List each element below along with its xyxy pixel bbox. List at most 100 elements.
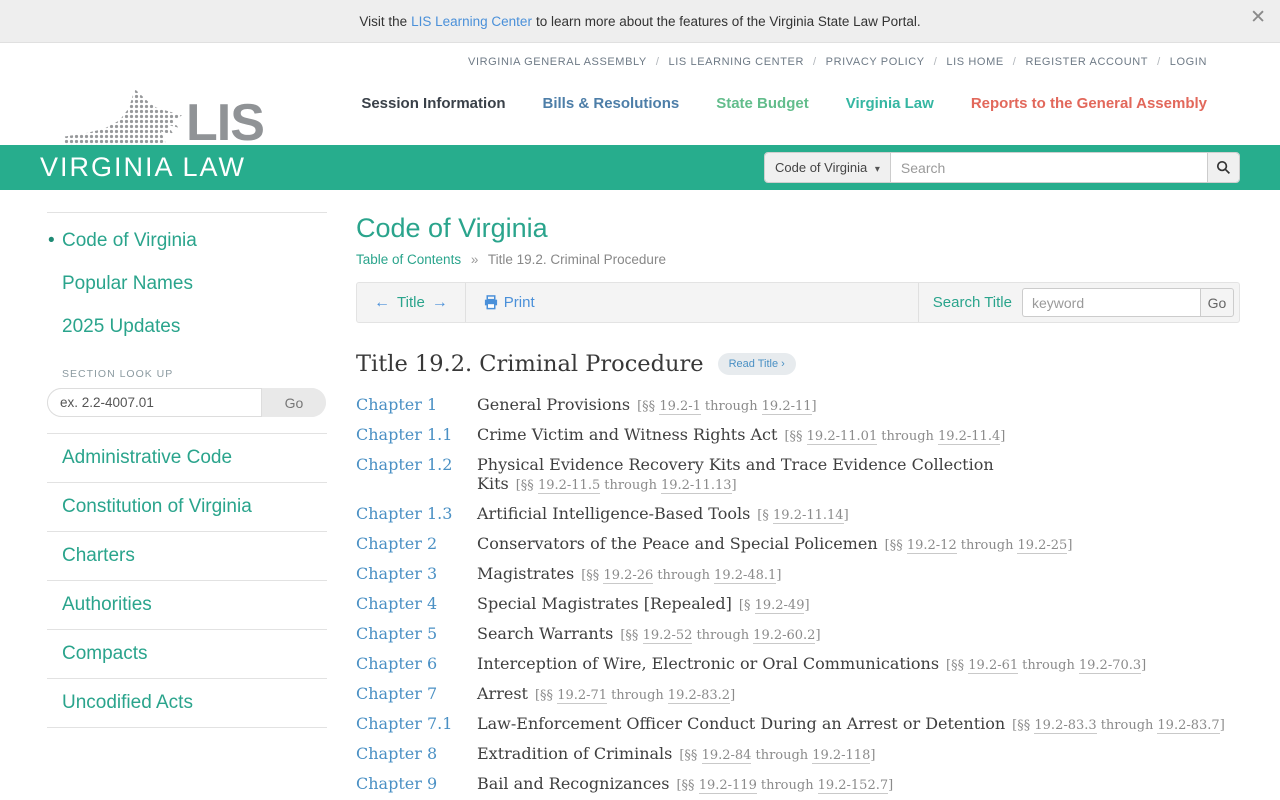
section-link-to[interactable]: 19.2-60.2: [753, 627, 816, 644]
chapter-section-range: [§§ 19.2-119 through 19.2-152.7]: [676, 777, 893, 794]
section-link-from[interactable]: 19.2-11.5: [537, 477, 601, 494]
section-link-from[interactable]: 19.2-83.3: [1034, 717, 1097, 734]
chapter-link[interactable]: Chapter 1.1: [356, 425, 477, 444]
section-link-to[interactable]: 19.2-11.4: [937, 428, 1001, 445]
ref-prefix: [§§: [946, 657, 965, 673]
print-button[interactable]: Print: [483, 294, 535, 311]
section-link-to[interactable]: 19.2-11.13: [660, 477, 732, 494]
chapter-link[interactable]: Chapter 6: [356, 654, 477, 673]
global-search-input[interactable]: [890, 153, 1207, 182]
chapter-name: Crime Victim and Witness Rights Act: [477, 424, 778, 444]
main-nav-link[interactable]: Session Information: [361, 95, 505, 112]
chapter-name: Extradition of Criminals: [477, 743, 673, 763]
chapter-link[interactable]: Chapter 9: [356, 774, 477, 793]
section-link-from[interactable]: 19.2-52: [642, 627, 693, 644]
section-link-from[interactable]: 19.2-1: [659, 398, 701, 415]
search-title-go-button[interactable]: Go: [1200, 288, 1234, 317]
ref-suffix: ]: [843, 507, 849, 523]
section-link-to[interactable]: 19.2-118: [812, 747, 871, 764]
search-icon: [1216, 160, 1231, 175]
banner-close-icon[interactable]: ✕: [1250, 6, 1266, 29]
section-link-to[interactable]: 19.2-83.2: [667, 687, 731, 704]
chapter-section-range: [§§ 19.2-11.01 through 19.2-11.4]: [784, 428, 1005, 445]
utility-nav-link[interactable]: LIS HOME: [946, 56, 1025, 68]
section-lookup-go-button[interactable]: Go: [262, 388, 326, 417]
chapter-row: Chapter 7 Arrest [§§ 19.2-71 through 19.2-8…: [356, 678, 1240, 708]
section-link-from[interactable]: 19.2-12: [906, 537, 957, 554]
breadcrumb-table-of-contents-link[interactable]: Table of Contents: [356, 252, 461, 267]
title-heading: Title 19.2. Criminal Procedure: [356, 351, 704, 377]
section-link-from[interactable]: 19.2-71: [557, 687, 608, 704]
chapter-link[interactable]: Chapter 1: [356, 395, 477, 414]
chapter-name: Arrest: [477, 683, 528, 703]
sidebar-item[interactable]: Administrative Code: [47, 434, 327, 483]
chapter-section-range: [§§ 19.2-26 through 19.2-48.1]: [581, 567, 781, 584]
chapter-row: Chapter 1.1 Crime Victim and Witness Rig…: [356, 419, 1240, 449]
chapter-section-range: [§§ 19.2-11.5 through 19.2-11.13]: [516, 477, 737, 494]
lis-logo[interactable]: LIS: [64, 65, 294, 149]
ref-prefix: [§§: [676, 777, 695, 793]
search-submit-button[interactable]: [1207, 153, 1239, 182]
main-nav-link[interactable]: Bills & Resolutions: [543, 95, 680, 112]
section-link-to[interactable]: 19.2-152.7: [817, 777, 889, 794]
section-lookup-label: SECTION LOOK UP: [62, 368, 174, 380]
section-link-from[interactable]: 19.2-11.01: [806, 428, 878, 445]
chapter-link[interactable]: Chapter 2: [356, 534, 477, 553]
section-link-from[interactable]: 19.2-26: [603, 567, 654, 584]
title-nav-label[interactable]: Title: [397, 294, 425, 311]
active-bullet-icon: •: [48, 230, 55, 251]
main-nav-link[interactable]: State Budget: [716, 95, 809, 112]
chapter-row: Chapter 3 Magistrates [§§ 19.2-26 through 1…: [356, 558, 1240, 588]
utility-nav-link[interactable]: LIS LEARNING CENTER: [669, 56, 826, 68]
utility-nav-link[interactable]: VIRGINIA GENERAL ASSEMBLY: [468, 56, 669, 68]
section-link-from[interactable]: 19.2-61: [968, 657, 1019, 674]
chapter-row: Chapter 4 Special Magistrates [Repealed]…: [356, 588, 1240, 618]
section-link-from[interactable]: 19.2-84: [701, 747, 752, 764]
lis-learning-center-link[interactable]: LIS Learning Center: [411, 14, 532, 29]
section-link-to[interactable]: 19.2-48.1: [714, 567, 777, 584]
ref-prefix: [§§: [637, 398, 656, 414]
chapter-link[interactable]: Chapter 7: [356, 684, 477, 703]
utility-nav-link[interactable]: PRIVACY POLICY: [826, 56, 947, 68]
sidebar-item-2025-updates[interactable]: 2025 Updates: [47, 299, 327, 342]
sidebar-item[interactable]: Authorities: [47, 581, 327, 630]
chapter-link[interactable]: Chapter 8: [356, 744, 477, 763]
main-nav-link[interactable]: Virginia Law: [846, 95, 934, 112]
utility-nav-link[interactable]: REGISTER ACCOUNT: [1025, 56, 1169, 68]
chapter-link[interactable]: Chapter 3: [356, 564, 477, 583]
sidebar-item-popular-names[interactable]: Popular Names: [47, 256, 327, 299]
chapter-link[interactable]: Chapter 5: [356, 624, 477, 643]
section-link-to[interactable]: 19.2-11: [761, 398, 812, 415]
chapter-link[interactable]: Chapter 1.2: [356, 455, 477, 474]
ref-suffix: ]: [1219, 717, 1225, 733]
chapter-link[interactable]: Chapter 7.1: [356, 714, 477, 733]
virginia-map-icon: [64, 89, 182, 145]
sidebar-item-code-of-virginia[interactable]: • Code of Virginia: [47, 213, 327, 256]
search-title-input[interactable]: [1022, 288, 1200, 317]
read-title-button[interactable]: Read Title ›: [717, 353, 796, 375]
section-lookup-input[interactable]: [47, 388, 262, 417]
chapter-row: Chapter 9 Bail and Recognizances [§§ 19.2…: [356, 768, 1240, 798]
section-link-to[interactable]: 19.2-83.7: [1157, 717, 1220, 734]
ref-suffix: ]: [1141, 657, 1147, 673]
search-title-group: Search Title Go: [917, 283, 1239, 322]
banner-text-prefix: Visit the: [359, 13, 408, 29]
next-title-arrow-icon[interactable]: →: [432, 294, 448, 312]
prev-title-arrow-icon[interactable]: ←: [374, 294, 390, 312]
utility-nav-link[interactable]: LOGIN: [1170, 56, 1207, 68]
main-nav-link[interactable]: Reports to the General Assembly: [971, 95, 1207, 112]
sidebar-item[interactable]: Charters: [47, 532, 327, 581]
sidebar-item[interactable]: Uncodified Acts: [47, 679, 327, 728]
banner-text-suffix: to learn more about the features of the …: [535, 13, 921, 29]
virginia-law-bar: VIRGINIA LAW Code of Virginia ▾: [0, 145, 1280, 190]
search-scope-dropdown[interactable]: Code of Virginia ▾: [765, 153, 891, 182]
sidebar-item[interactable]: Constitution of Virginia: [47, 483, 327, 532]
section-link-to[interactable]: 19.2-70.3: [1078, 657, 1142, 674]
chapter-link[interactable]: Chapter 4: [356, 594, 477, 613]
chapter-link[interactable]: Chapter 1.3: [356, 504, 477, 523]
section-link-from[interactable]: 19.2-11.14: [773, 507, 844, 524]
section-link-from[interactable]: 19.2-49: [754, 597, 805, 614]
section-link-from[interactable]: 19.2-119: [698, 777, 757, 794]
section-link-to[interactable]: 19.2-25: [1017, 537, 1068, 554]
sidebar-item[interactable]: Compacts: [47, 630, 327, 679]
